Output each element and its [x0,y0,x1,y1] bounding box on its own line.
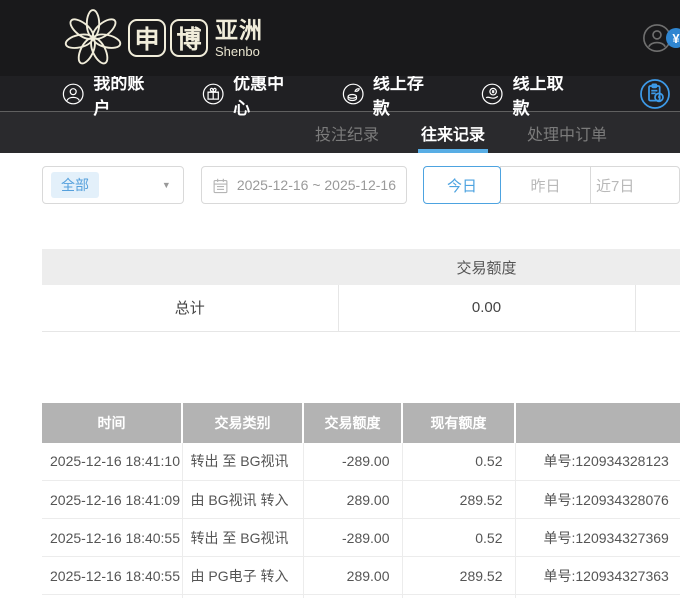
type-filter-select[interactable]: 全部 ▼ [42,166,184,204]
nav-item-transaction-records[interactable] [639,78,680,110]
nav-item-promotions[interactable]: 优惠中心 [202,69,288,119]
tab-pending-orders[interactable]: 处理中订单 [506,112,628,153]
calendar-icon [213,178,228,193]
record-row: 2025-12-16 18:41:09 由 BG视讯 转入 289.00 289… [42,480,680,519]
tab-label: 往来记录 [420,126,485,144]
cell-time: 2025-12-16 18:41:09 [42,480,183,519]
col-header-order [515,402,680,443]
records-table: 时间 交易类别 交易额度 现有额度 2025-12-16 18:41:10 转出… [42,402,680,598]
brand-char-box-1: 申 [128,19,166,57]
records-body: 2025-12-16 18:41:10 转出 至 BG视讯 -289.00 0.… [42,442,680,595]
lotus-flower-icon [64,9,122,65]
user-area: ¥ [642,23,680,53]
summary-total-label: 总计 [42,285,338,332]
records-header-row: 时间 交易类别 交易额度 现有额度 [42,402,680,443]
summary-header-empty [42,249,338,285]
summary-table: 交易额度 总计 0.00 [42,249,680,332]
records-section: 时间 交易类别 交易额度 现有额度 2025-12-16 18:41:10 转出… [42,402,680,598]
record-row: 2025-12-16 18:41:10 转出 至 BG视讯 -289.00 0.… [42,442,680,481]
gift-icon [202,83,224,104]
cell-time: 2025-12-16 18:40:55 [42,556,183,595]
cell-amount: -289.00 [303,518,403,557]
tab-label: 处理中订单 [526,126,607,144]
withdraw-money-icon [482,83,503,104]
nav-item-deposit[interactable]: 线上存款 [342,69,428,119]
user-icon [62,83,84,104]
cell-order-number: 单号:120934327363 [515,556,680,595]
tab-label: 投注纪录 [314,126,379,144]
cell-amount: 289.00 [303,556,403,595]
cell-order-number: 单号:120934328076 [515,480,680,519]
quick-range-buttons: 今日 昨日 近7日 [423,166,680,204]
col-header-type: 交易类别 [182,402,304,443]
last-7-days-button[interactable]: 近7日 [590,166,680,204]
cell-time: 2025-12-16 18:41:10 [42,442,183,481]
brand-logo[interactable]: 申 博 亚洲 Shenbo [62,7,263,69]
brand-subtitle: Shenbo [215,43,260,59]
date-range-input[interactable]: 2025-12-16 ~ 2025-12-16 [200,166,407,204]
cell-order-number: 单号:120934327369 [515,518,680,557]
cell-type: 由 PG电子 转入 [182,556,304,595]
summary-header-empty [635,249,680,285]
records-clipboard-icon [640,78,670,109]
nav-item-label: 我的账户 [93,73,145,118]
brand-region: 亚洲 [215,16,263,43]
record-row: 2025-12-16 18:40:55 转出 至 BG视讯 -289.00 0.… [42,518,680,557]
cell-balance: 289.52 [402,480,516,519]
cell-time: 2025-12-16 18:40:55 [42,518,183,557]
nav-item-label: 线上取款 [512,73,564,118]
summary-section: 交易额度 总计 0.00 [42,249,680,332]
record-row: 2025-12-16 18:40:55 由 PG电子 转入 289.00 289… [42,556,680,595]
today-button[interactable]: 今日 [423,166,501,204]
cell-type: 转出 至 BG视讯 [182,518,304,557]
nav-item-withdraw[interactable]: 线上取款 [481,69,567,119]
cell-amount: -289.00 [303,442,403,481]
cell-amount: 289.00 [303,480,403,519]
cell-type: 转出 至 BG视讯 [182,442,304,481]
brand-char-box-2: 博 [170,19,208,57]
summary-total-row: 总计 0.00 [42,285,680,332]
filter-row: 全部 ▼ 2025-12-16 ~ 2025-12-16 今日 昨日 近7日 [42,166,680,204]
deposit-coins-icon [342,83,364,104]
main-nav: 我的账户 优惠中心 线上存款 线上取款 [0,74,680,118]
nav-item-label: 线上存款 [372,73,424,118]
summary-total-value: 0.00 [337,285,635,332]
col-header-balance: 现有额度 [402,402,516,443]
cell-balance: 0.52 [402,518,516,557]
date-range-value: 2025-12-16 ~ 2025-12-16 [236,177,396,193]
record-row-clipped [42,594,680,598]
active-tab-underline [417,149,488,153]
chevron-down-icon: ▼ [161,180,171,190]
summary-empty-cell [634,285,680,332]
tab-transfer-records[interactable]: 往来记录 [400,112,506,153]
page: 申 博 亚洲 Shenbo ¥ 我的账户 优惠中心 线上存款 线上取款 投注纪录… [0,0,680,598]
selected-filter-tag: 全部 [51,172,99,198]
balance-icon[interactable]: ¥ [666,28,680,48]
cell-order-number: 单号:120934328123 [515,442,680,481]
top-header: 申 博 亚洲 Shenbo ¥ [0,0,680,76]
cell-balance: 0.52 [402,442,516,481]
yesterday-button[interactable]: 昨日 [500,166,591,204]
nav-item-label: 优惠中心 [233,73,285,118]
col-header-amount: 交易额度 [303,402,403,443]
nav-item-my-account[interactable]: 我的账户 [62,69,148,119]
cell-type: 由 BG视讯 转入 [182,480,304,519]
tab-betting-records[interactable]: 投注纪录 [294,112,400,153]
cell-balance: 289.52 [402,556,516,595]
col-header-time: 时间 [42,402,183,443]
summary-header-amount: 交易额度 [338,249,635,285]
